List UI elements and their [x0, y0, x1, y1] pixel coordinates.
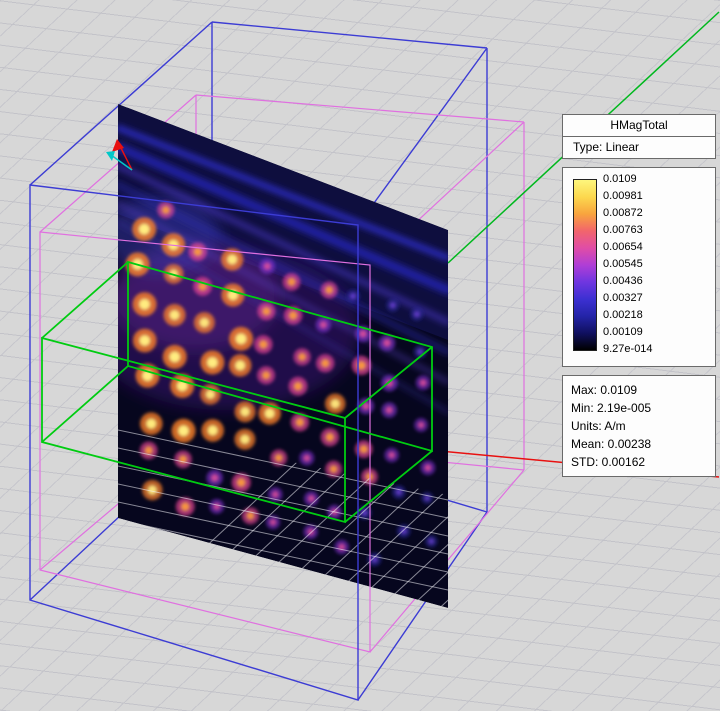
colorbar-tick-label: 0.00327 [603, 290, 653, 307]
colorbar-tick-label: 0.00763 [603, 222, 653, 239]
modeler-viewport[interactable]: HMagTotal Type: Linear 0.0109 0.00981 0.… [0, 0, 720, 711]
stat-line: STD: 0.00162 [571, 453, 715, 471]
stat-line: Max: 0.0109 [571, 381, 715, 399]
colorbar-tick-label: 0.0109 [603, 171, 653, 188]
stat-line: Min: 2.19e-005 [571, 399, 715, 417]
colorbar-gradient [573, 179, 597, 351]
colorbar-tick-label: 0.00872 [603, 205, 653, 222]
colorbar-tick-label: 0.00436 [603, 273, 653, 290]
colorbar-tick-label: 0.00545 [603, 256, 653, 273]
plot-legend: HMagTotal Type: Linear 0.0109 0.00981 0.… [562, 114, 716, 485]
stat-line: Mean: 0.00238 [571, 435, 715, 453]
colorbar-tick-label: 0.00981 [603, 188, 653, 205]
colorbar-tick-label: 0.00654 [603, 239, 653, 256]
legend-stats[interactable]: Max: 0.0109 Min: 2.19e-005 Units: A/m Me… [562, 375, 716, 477]
legend-title: HMagTotal [563, 115, 715, 137]
legend-type-label: Type: Linear [563, 137, 715, 158]
stat-line: Units: A/m [571, 417, 715, 435]
colorbar-tick-labels: 0.0109 0.00981 0.00872 0.00763 0.00654 0… [603, 171, 653, 358]
colorbar-tick-label: 0.00218 [603, 307, 653, 324]
colorbar-tick-label: 9.27e-014 [603, 341, 653, 358]
legend-colorbar[interactable]: 0.0109 0.00981 0.00872 0.00763 0.00654 0… [562, 167, 716, 367]
colorbar-tick-label: 0.00109 [603, 324, 653, 341]
legend-header[interactable]: HMagTotal Type: Linear [562, 114, 716, 159]
